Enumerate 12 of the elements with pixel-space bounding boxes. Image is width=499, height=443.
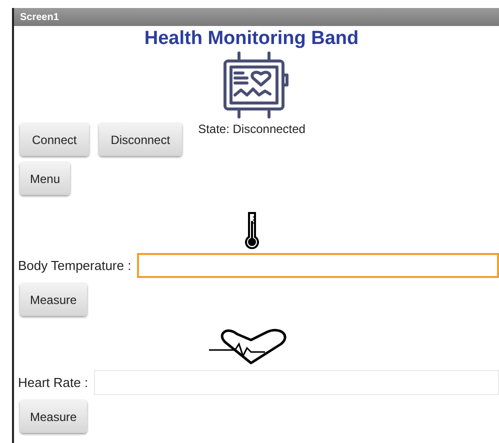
- disconnect-button[interactable]: Disconnect: [98, 123, 182, 156]
- window-title: Screen1: [20, 10, 59, 24]
- field-label: Body Temperature :: [17, 256, 132, 275]
- measure-button[interactable]: Measure: [20, 400, 87, 433]
- thermometer-icon: [242, 211, 260, 249]
- app-heading: Health Monitoring Band: [144, 27, 359, 51]
- field-label: Heart Rate :: [17, 374, 88, 392]
- input-field[interactable]: [137, 253, 499, 278]
- connect-button[interactable]: Connect: [20, 123, 89, 156]
- connection-state: State: Disconnected: [198, 121, 306, 138]
- menu-button[interactable]: Menu: [20, 162, 70, 195]
- measure-button[interactable]: Measure: [20, 283, 87, 316]
